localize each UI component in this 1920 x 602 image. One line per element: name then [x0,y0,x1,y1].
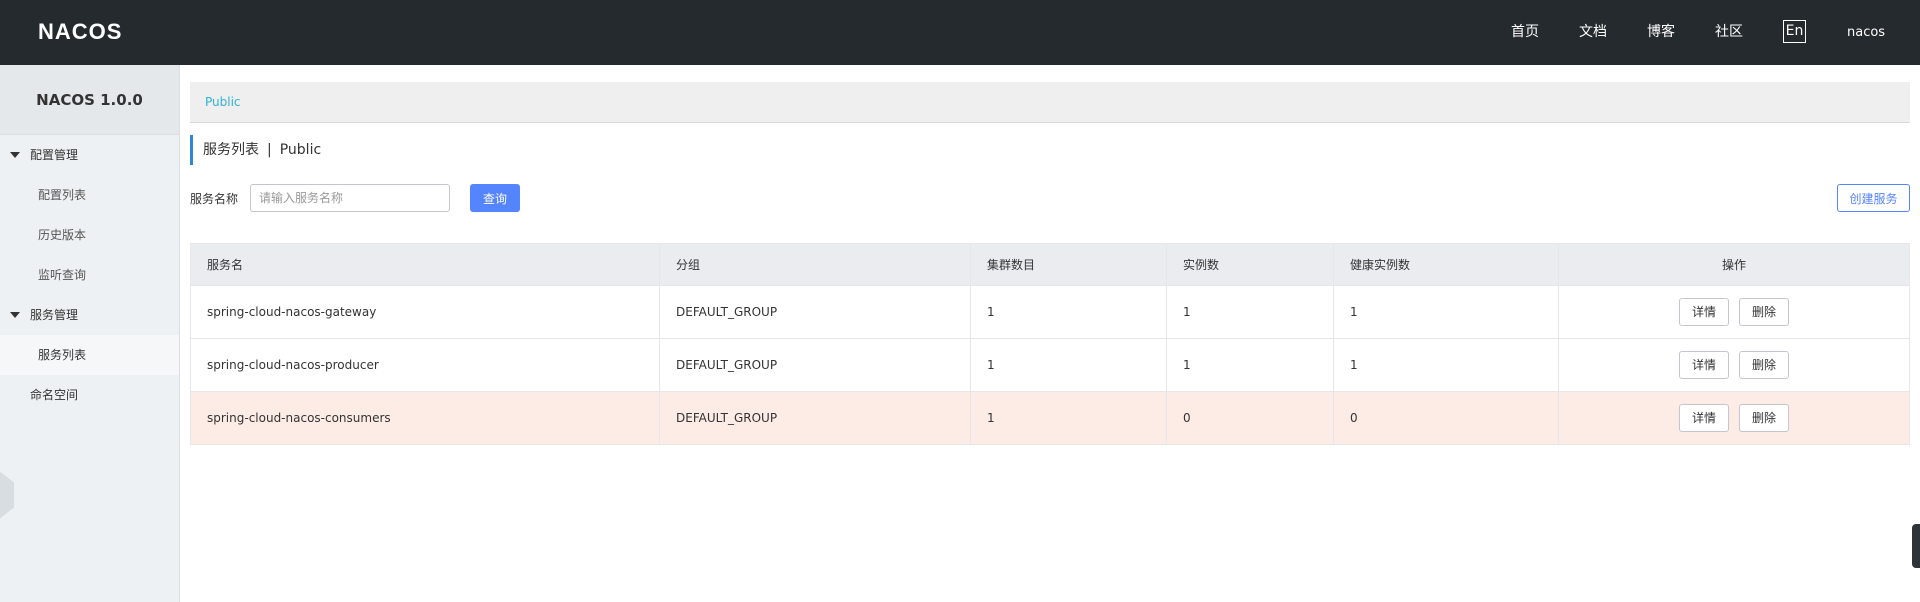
col-service-name: 服务名 [190,243,660,286]
nav-docs[interactable]: 文档 [1579,0,1607,65]
detail-button[interactable]: 详情 [1679,404,1729,432]
title-separator: | [267,142,272,158]
cell-healthy-count: 0 [1333,391,1559,445]
service-name-label: 服务名称 [190,192,239,206]
nav-home[interactable]: 首页 [1511,0,1539,65]
sidebar-group-config[interactable]: 配置管理 [0,135,179,175]
service-table: 服务名 分组 集群数目 实例数 健康实例数 操作 spring-cloud-na… [190,243,1910,445]
cell-service-name: spring-cloud-nacos-consumers [190,391,660,445]
col-actions: 操作 [1558,243,1910,286]
cell-group: DEFAULT_GROUP [659,391,971,445]
nacos-logo[interactable]: NACOS [38,18,122,46]
cell-actions: 详情 删除 [1558,285,1910,339]
breadcrumb[interactable]: Public [190,82,1910,123]
sidebar-item-namespace[interactable]: 命名空间 [0,375,179,415]
detail-button[interactable]: 详情 [1679,351,1729,379]
delete-button[interactable]: 删除 [1739,404,1789,432]
cell-service-name: spring-cloud-nacos-gateway [190,285,660,339]
side-scroll-handle[interactable] [1912,524,1920,568]
table-row: spring-cloud-nacos-consumers DEFAULT_GRO… [190,391,1910,445]
service-name-input[interactable] [250,184,450,212]
cell-cluster-count: 1 [970,285,1167,339]
col-group: 分组 [659,243,971,286]
query-button[interactable]: 查询 [470,184,520,212]
sidebar-group-service[interactable]: 服务管理 [0,295,179,335]
create-service-button[interactable]: 创建服务 [1837,184,1910,212]
cell-instance-count: 1 [1166,285,1334,339]
user-menu[interactable]: nacos [1847,0,1885,65]
caret-down-icon [10,312,20,318]
sidebar: NACOS 1.0.0 配置管理 配置列表 历史版本 监听查询 服务管理 服务列… [0,65,180,602]
cell-healthy-count: 1 [1333,285,1559,339]
cell-cluster-count: 1 [970,338,1167,392]
cell-group: DEFAULT_GROUP [659,338,971,392]
col-healthy-instance-count: 健康实例数 [1333,243,1559,286]
cell-cluster-count: 1 [970,391,1167,445]
detail-button[interactable]: 详情 [1679,298,1729,326]
cell-instance-count: 1 [1166,338,1334,392]
delete-button[interactable]: 删除 [1739,298,1789,326]
nav-community[interactable]: 社区 [1715,0,1743,65]
sidebar-item-service-list[interactable]: 服务列表 [0,335,179,375]
table-row: spring-cloud-nacos-producer DEFAULT_GROU… [190,338,1910,392]
cell-instance-count: 0 [1166,391,1334,445]
col-instance-count: 实例数 [1166,243,1334,286]
logo-text: NACOS [38,19,123,44]
cell-actions: 详情 删除 [1558,391,1910,445]
caret-down-icon [10,152,20,158]
page-title-namespace: Public [279,142,322,158]
main-content: Public 服务列表 | Public 服务名称 查询 创建服务 服务名 分组 集… [190,82,1910,445]
cell-service-name: spring-cloud-nacos-producer [190,338,660,392]
top-header: NACOS 首页 文档 博客 社区 En nacos [0,0,1920,65]
nav-blog[interactable]: 博客 [1647,0,1675,65]
table-header-row: 服务名 分组 集群数目 实例数 健康实例数 操作 [190,243,1910,286]
col-cluster-count: 集群数目 [970,243,1167,286]
sidebar-item-config-list[interactable]: 配置列表 [0,175,179,215]
cell-healthy-count: 1 [1333,338,1559,392]
sidebar-group-label: 服务管理 [30,308,79,322]
sidebar-group-label: 配置管理 [30,148,79,162]
cell-group: DEFAULT_GROUP [659,285,971,339]
delete-button[interactable]: 删除 [1739,351,1789,379]
sidebar-item-listener-query[interactable]: 监听查询 [0,255,179,295]
decorative-hexagon-icon [0,470,14,520]
cell-actions: 详情 删除 [1558,338,1910,392]
sidebar-item-history[interactable]: 历史版本 [0,215,179,255]
language-toggle-button[interactable]: En [1783,20,1806,43]
page-title-text: 服务列表 [203,142,259,158]
sidebar-version-title: NACOS 1.0.0 [0,65,179,135]
table-row: spring-cloud-nacos-gateway DEFAULT_GROUP… [190,285,1910,339]
page-title: 服务列表 | Public [190,135,321,165]
